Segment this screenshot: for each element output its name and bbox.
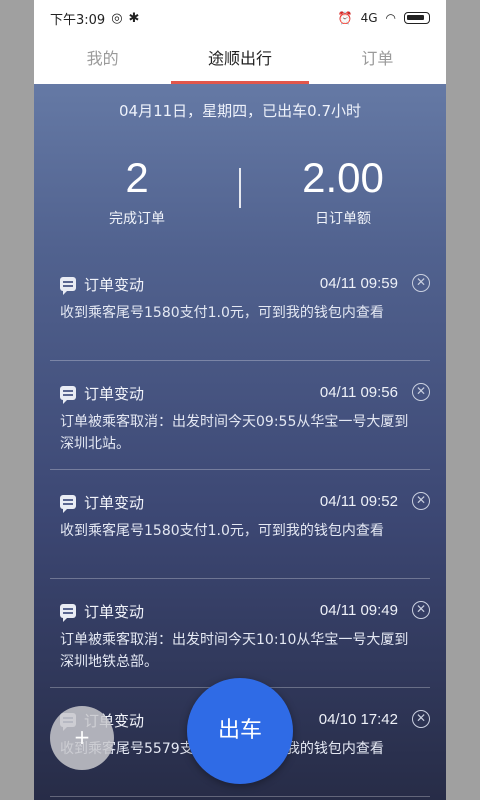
item-title: 订单变动 (84, 275, 145, 294)
daily-amount-label: 日订单额 (315, 211, 371, 227)
list-item[interactable]: 订单变动 04/11 09:56 ✕ 订单被乘客取消：出发时间今天09:55从华… (50, 361, 430, 470)
item-body: 订单被乘客取消：出发时间今天09:55从华宝一号大厦到深圳北站。 (60, 414, 409, 452)
close-icon[interactable]: ✕ (412, 492, 430, 510)
close-icon[interactable]: ✕ (412, 601, 430, 619)
message-icon (60, 495, 76, 513)
tab-tushun[interactable]: 途顺出行 (171, 36, 309, 84)
message-icon (60, 386, 76, 404)
stats-divider (239, 168, 241, 208)
alarm-icon: ⏰ (337, 11, 353, 25)
item-title: 订单变动 (84, 602, 145, 621)
message-icon (60, 277, 76, 295)
item-body: 收到乘客尾号1580支付1.0元，可到我的钱包内查看 (60, 523, 384, 539)
item-time: 04/11 09:59 (319, 275, 398, 292)
screen-margin-right (446, 0, 480, 800)
screen-margin-left (0, 0, 34, 800)
item-time: 04/10 17:42 (318, 711, 398, 728)
message-icon (60, 604, 76, 622)
close-icon[interactable]: ✕ (412, 274, 430, 292)
item-time: 04/11 09:56 (319, 384, 398, 401)
close-icon[interactable]: ✕ (412, 710, 430, 728)
stat-completed-orders: 2 完成订单 (34, 152, 240, 242)
signal-icon: 4G (360, 11, 378, 25)
wifi-icon: ◠ (385, 11, 396, 25)
completed-orders-value: 2 (125, 154, 149, 201)
list-item[interactable]: 订单变动 04/11 09:59 ✕ 收到乘客尾号1580支付1.0元，可到我的… (50, 252, 430, 361)
item-body: 收到乘客尾号1580支付1.0元，可到我的钱包内查看 (60, 305, 384, 321)
daily-amount-value: 2.00 (302, 154, 384, 201)
top-tabs: 我的 途顺出行 订单 (34, 36, 446, 84)
status-time: 下午3:09 (50, 12, 106, 28)
stat-daily-amount: 2.00 日订单额 (240, 152, 446, 242)
list-item[interactable]: 订单变动 04/11 09:52 ✕ 收到乘客尾号1580支付1.0元，可到我的… (50, 470, 430, 579)
item-title: 订单变动 (84, 493, 145, 512)
add-button[interactable]: + (50, 706, 114, 770)
date-summary: 04月11日，星期四，已出车0.7小时 (118, 102, 362, 120)
vpn-icon: ◎ (111, 10, 123, 26)
completed-orders-label: 完成订单 (109, 211, 165, 227)
item-time: 04/11 09:52 (319, 493, 398, 510)
item-body: 订单被乘客取消：出发时间今天10:10从华宝一号大厦到深圳地铁总部。 (60, 632, 409, 670)
close-icon[interactable]: ✕ (412, 383, 430, 401)
bluetooth-icon: ✱ (128, 10, 140, 26)
item-time: 04/11 09:49 (319, 602, 398, 619)
status-bar: 下午3:09 ◎ ✱ ⏰ 4G ◠ (34, 0, 446, 36)
tab-orders[interactable]: 订单 (309, 36, 446, 84)
battery-icon (404, 12, 430, 24)
item-title: 订单变动 (84, 384, 145, 403)
start-driving-button[interactable]: 出车 (187, 678, 293, 784)
app-screen: 下午3:09 ◎ ✱ ⏰ 4G ◠ 我的 途顺出行 订单 04月11日，星期四，… (34, 0, 446, 800)
list-item[interactable]: 订单变动 04/11 09:49 ✕ 订单被乘客取消：出发时间今天10:10从华… (50, 579, 430, 688)
tab-mine[interactable]: 我的 (34, 36, 171, 84)
